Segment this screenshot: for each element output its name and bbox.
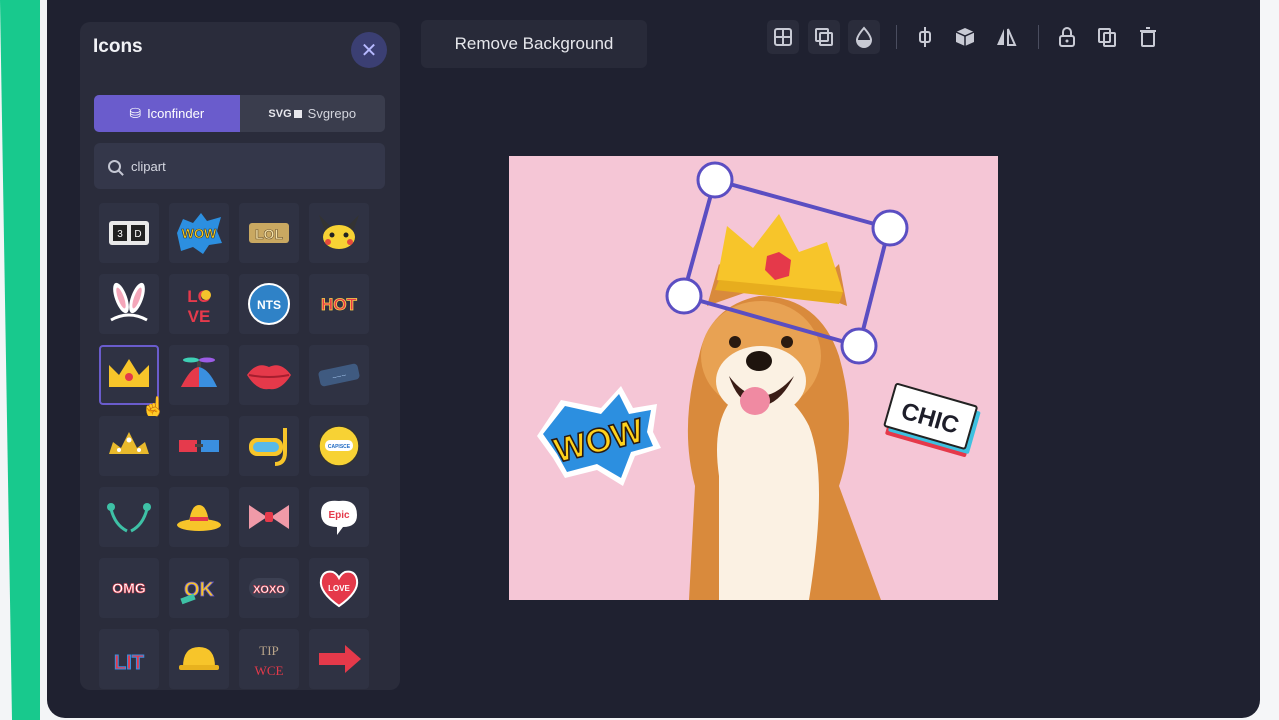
tab-svgrepo[interactable]: SVG Svgrepo xyxy=(240,95,386,132)
sticker-text: HOT xyxy=(321,295,358,314)
resize-handle xyxy=(696,161,734,199)
distribute-button[interactable] xyxy=(909,20,941,54)
icons-panel: Icons ✕ ⛁ Iconfinder SVG Svgrepo 3D WOW … xyxy=(80,22,400,690)
svgrepo-square-icon xyxy=(293,109,302,118)
tiara-sticker[interactable] xyxy=(99,416,159,476)
ok-sticker[interactable]: OK xyxy=(169,558,229,618)
search-box xyxy=(94,143,385,189)
sticker-text: WOW xyxy=(182,226,217,241)
crown-sticker[interactable]: ☝ xyxy=(99,345,166,419)
source-tabs: ⛁ Iconfinder SVG Svgrepo xyxy=(94,95,385,132)
wow-sticker[interactable]: WOW xyxy=(169,203,229,263)
3d-icon xyxy=(955,28,975,46)
align-button[interactable] xyxy=(767,20,799,54)
hard-hat-sticker[interactable] xyxy=(169,629,229,689)
resize-handle xyxy=(665,277,703,315)
heart-sticker[interactable]: LOVE xyxy=(309,558,369,618)
opacity-button[interactable] xyxy=(848,20,880,54)
antennae-sticker[interactable] xyxy=(99,487,159,547)
xoxo-sticker[interactable]: XOXO xyxy=(239,558,299,618)
flip-button[interactable] xyxy=(990,20,1022,54)
bow-tie-sticker[interactable] xyxy=(239,487,299,547)
duplicate-icon xyxy=(1098,28,1116,47)
tab-iconfinder[interactable]: ⛁ Iconfinder xyxy=(94,95,240,132)
badge-sticker[interactable]: CAPISCE xyxy=(309,416,369,476)
close-icon: ✕ xyxy=(360,39,378,62)
sticker-text: Epic xyxy=(328,510,350,521)
search-input[interactable] xyxy=(131,158,351,174)
svgrepo-icon: SVG xyxy=(268,107,292,120)
sticker-text: LOL xyxy=(255,226,283,242)
opacity-icon xyxy=(855,26,873,48)
bunny-ears-sticker[interactable] xyxy=(99,274,159,334)
lit-sticker[interactable]: LIT xyxy=(99,629,159,689)
duplicate-button[interactable] xyxy=(1091,20,1123,54)
hot-sticker[interactable]: HOT xyxy=(309,274,369,334)
lock-icon xyxy=(1059,27,1075,47)
arrow-sticker[interactable] xyxy=(309,629,369,689)
tab-label: Svgrepo xyxy=(307,106,357,121)
nah-sticker[interactable]: NTS xyxy=(239,274,299,334)
omg-sticker[interactable]: OMG xyxy=(99,558,159,618)
resize-handle xyxy=(840,327,878,365)
toolbar-divider xyxy=(1038,25,1039,49)
svg-text:D: D xyxy=(134,229,141,240)
panel-title: Icons xyxy=(93,36,143,57)
search-icon xyxy=(108,159,121,173)
love-sticker[interactable]: LO VE xyxy=(169,274,229,334)
snorkel-mask-sticker[interactable] xyxy=(239,416,299,476)
mustache-sticker[interactable]: ~~~ xyxy=(309,345,369,405)
sticker-text: LOVE xyxy=(328,584,350,593)
align-icon xyxy=(774,28,792,46)
close-panel-button[interactable]: ✕ xyxy=(351,32,387,68)
crown-sticker-on-canvas[interactable] xyxy=(715,214,843,304)
delete-icon xyxy=(1140,27,1156,47)
remove-background-button[interactable]: Remove Background xyxy=(421,20,647,68)
design-canvas[interactable]: WOW CHIC xyxy=(509,156,998,600)
wow-sticker-on-canvas[interactable]: WOW xyxy=(537,386,661,486)
resize-handle xyxy=(871,209,909,247)
3d-glasses-sticker[interactable]: 3D xyxy=(99,203,159,263)
icon-grid: 3D WOW LOL LO VE NTS HOT ☝ ~~~ CAPISCE E… xyxy=(99,203,369,689)
epic-sticker[interactable]: Epic xyxy=(309,487,369,547)
canvas-artwork: WOW CHIC xyxy=(537,161,982,600)
side-accent-strip xyxy=(0,0,40,720)
lock-button[interactable] xyxy=(1051,20,1083,54)
layers-icon xyxy=(815,28,833,46)
layers-button[interactable] xyxy=(808,20,840,54)
chic-sticker-on-canvas[interactable]: CHIC xyxy=(882,382,982,459)
flip-icon xyxy=(997,28,1017,46)
iconfinder-icon: ⛁ xyxy=(129,105,142,121)
3d-glasses-sticker[interactable] xyxy=(169,416,229,476)
sticker-text: LIT xyxy=(114,652,144,674)
lol-sticker[interactable]: LOL xyxy=(239,203,299,263)
propeller-hat-sticker[interactable] xyxy=(169,345,229,405)
shiba-dog-photo xyxy=(687,264,881,600)
svg-text:3: 3 xyxy=(117,229,123,240)
tab-label: Iconfinder xyxy=(147,106,205,121)
delete-button[interactable] xyxy=(1132,20,1164,54)
sticker-text: NTS xyxy=(257,298,281,312)
sombrero-sticker[interactable] xyxy=(169,487,229,547)
sticker-text: TIP xyxy=(259,643,279,658)
sticker-text: WCE xyxy=(255,663,284,678)
lips-sticker[interactable] xyxy=(239,345,299,405)
sticker-text: OMG xyxy=(112,580,146,596)
sticker-text: XOXO xyxy=(253,584,285,596)
sticker-text: VE xyxy=(188,307,211,326)
sticker-text: CAPISCE xyxy=(328,444,351,450)
distribute-icon xyxy=(919,27,931,47)
3d-button[interactable] xyxy=(949,20,981,54)
toolbar-divider xyxy=(896,25,897,49)
tip-sticker[interactable]: TIP WCE xyxy=(239,629,299,689)
pikachu-sticker[interactable] xyxy=(309,203,369,263)
